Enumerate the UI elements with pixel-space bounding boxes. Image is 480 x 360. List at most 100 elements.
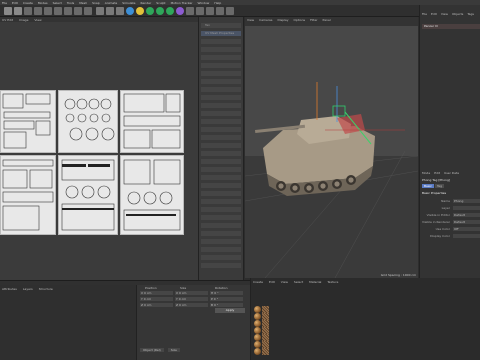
uv-list-item[interactable]	[201, 263, 241, 268]
coordinate-field[interactable]: X 0 cm	[140, 291, 173, 295]
material-menu-item[interactable]: View	[281, 280, 288, 284]
object-menu-item[interactable]: File	[422, 12, 427, 16]
menu-item-render[interactable]: Render	[141, 1, 152, 5]
attribute-value[interactable]: Default	[453, 212, 480, 217]
uv-list-item[interactable]	[201, 207, 241, 212]
attributes-menu-item[interactable]: User Data	[444, 171, 459, 175]
attribute-value[interactable]: Default	[453, 219, 480, 224]
uv-menu-item[interactable]: UV Edit	[2, 18, 13, 22]
menu-item-window[interactable]: Window	[198, 1, 210, 5]
material-swatch[interactable]	[254, 313, 261, 320]
bottom-tab[interactable]: Attributes	[2, 287, 17, 291]
uv-list-item[interactable]	[201, 39, 241, 44]
coordinate-field[interactable]: Z 0 cm	[140, 303, 173, 307]
material-texture-swatch[interactable]	[262, 348, 269, 355]
redo-icon[interactable]	[14, 7, 22, 15]
tab-tag[interactable]: Tag	[434, 184, 445, 188]
apply-button[interactable]: Apply	[215, 308, 245, 313]
menu-item-tools[interactable]: Tools	[67, 1, 74, 5]
select-icon[interactable]	[24, 7, 32, 15]
uv-list-item[interactable]	[201, 87, 241, 92]
coordinate-field[interactable]: Y 0 cm	[140, 297, 173, 301]
uv-list-item[interactable]	[201, 79, 241, 84]
generator-icon[interactable]	[146, 7, 154, 15]
viewport-menu-item[interactable]: Cameras	[259, 18, 272, 22]
undo-icon[interactable]	[4, 7, 12, 15]
material-texture-swatch[interactable]	[262, 306, 269, 313]
menu-item-modes[interactable]: Modes	[38, 1, 48, 5]
render-picture-icon[interactable]	[106, 7, 114, 15]
spline-icon[interactable]	[136, 7, 144, 15]
axis-icon[interactable]	[74, 7, 82, 15]
material-texture-swatch[interactable]	[262, 327, 269, 334]
uv-list-item[interactable]	[201, 47, 241, 52]
bottom-tab[interactable]: Layers	[23, 287, 33, 291]
object-menu-item[interactable]: Edit	[431, 12, 437, 16]
viewport-menu-item[interactable]: Filter	[310, 18, 317, 22]
uv-list-item[interactable]	[201, 95, 241, 100]
coordinate-field[interactable]: Y 0 cm	[175, 297, 208, 301]
camera-icon[interactable]	[186, 7, 194, 15]
array-icon[interactable]	[156, 7, 164, 15]
uv-list-item[interactable]	[201, 103, 241, 108]
viewport-menu-item[interactable]: Panel	[323, 18, 331, 22]
menu-item-mesh[interactable]: Mesh	[79, 1, 87, 5]
menu-item-create[interactable]: Create	[23, 1, 33, 5]
material-swatch[interactable]	[254, 341, 261, 348]
menu-item-file[interactable]: File	[2, 1, 7, 5]
material-menu-item[interactable]: Select	[294, 280, 303, 284]
tag-icon[interactable]	[226, 7, 234, 15]
viewport-menu-item[interactable]: Options	[294, 18, 306, 22]
coordinate-mode-select[interactable]: Size	[167, 348, 180, 352]
coordinate-field[interactable]: X 0 cm	[175, 291, 208, 295]
viewport-menu-item[interactable]: Display	[277, 18, 288, 22]
menu-item-help[interactable]: Help	[214, 1, 221, 5]
uv-list-item[interactable]	[201, 143, 241, 148]
uv-list-item[interactable]: UV Mesh Properties	[201, 31, 241, 36]
object-menu-item[interactable]: Objects	[452, 12, 463, 16]
coordinate-icon[interactable]	[64, 7, 72, 15]
viewport-menu-item[interactable]: View	[247, 18, 254, 22]
cube-icon[interactable]	[126, 7, 134, 15]
material-menu-item[interactable]: Edit	[269, 280, 275, 284]
perspective-viewport[interactable]: Perspective Default Camera	[245, 26, 418, 278]
uv-list-item[interactable]	[201, 199, 241, 204]
uv-list-item[interactable]	[201, 111, 241, 116]
menu-item-motion-tracker[interactable]: Motion Tracker	[171, 1, 193, 5]
attribute-value[interactable]: Phong	[453, 198, 480, 203]
object-menu-item[interactable]: Tags	[467, 12, 474, 16]
deformer-icon[interactable]	[166, 7, 174, 15]
move-icon[interactable]	[34, 7, 42, 15]
material-menu-item[interactable]: Material	[309, 280, 321, 284]
uv-list-item[interactable]	[201, 175, 241, 180]
uv-list-item[interactable]	[201, 183, 241, 188]
attributes-menu-item[interactable]: Edit	[434, 171, 440, 175]
material-texture-swatch[interactable]	[262, 320, 269, 327]
material-swatch[interactable]	[254, 327, 261, 334]
uv-list-item[interactable]	[201, 71, 241, 76]
attributes-menu-item[interactable]: Mode	[422, 171, 430, 175]
floor-icon[interactable]	[206, 7, 214, 15]
material-texture-swatch[interactable]	[262, 334, 269, 341]
uv-list-item[interactable]	[201, 255, 241, 260]
tab-basic[interactable]: Basic	[422, 184, 434, 188]
object-menu-item[interactable]: View	[441, 12, 448, 16]
uv-list-item[interactable]	[201, 119, 241, 124]
material-menu-item[interactable]: Create	[253, 280, 263, 284]
coordinate-field[interactable]: P 0 °	[210, 297, 243, 301]
light-icon[interactable]	[196, 7, 204, 15]
attribute-value[interactable]	[453, 233, 480, 238]
uv-texture-view[interactable]	[0, 22, 198, 280]
uv-list-item[interactable]: Tex	[201, 23, 241, 28]
object-row[interactable]: Panzer III	[422, 24, 480, 29]
uv-list-item[interactable]	[201, 127, 241, 132]
menu-item-simulate[interactable]: Simulate	[122, 1, 135, 5]
attribute-value[interactable]	[453, 205, 480, 210]
scale-icon[interactable]	[44, 7, 52, 15]
uv-list-item[interactable]	[201, 167, 241, 172]
uv-menu-item[interactable]: View	[34, 18, 41, 22]
material-swatch[interactable]	[254, 320, 261, 327]
menu-item-sculpt[interactable]: Sculpt	[156, 1, 165, 5]
uv-menu-item[interactable]: Image	[19, 18, 28, 22]
material-swatch[interactable]	[254, 306, 261, 313]
